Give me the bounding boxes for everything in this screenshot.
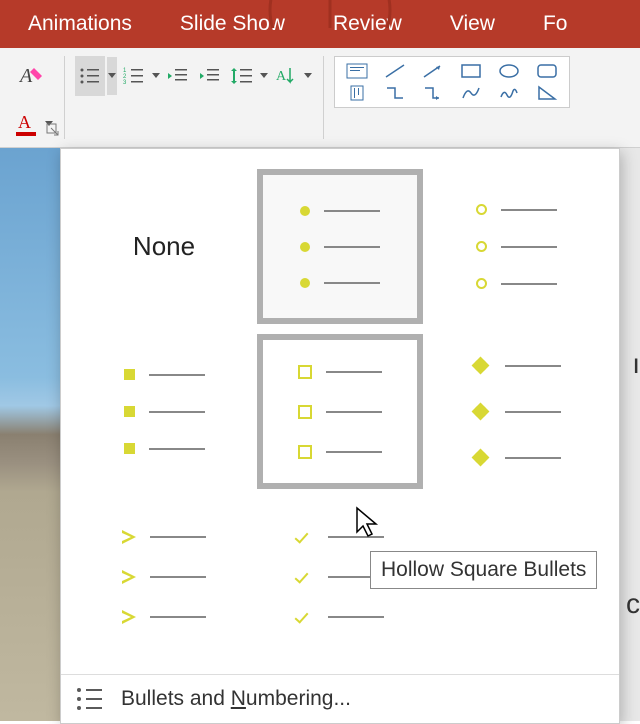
filled-round-icon bbox=[300, 242, 310, 252]
hollow-round-icon bbox=[476, 204, 487, 215]
bullet-option-none[interactable]: None bbox=[81, 169, 247, 324]
bullets-and-numbering-item[interactable]: Bullets and Numbering... bbox=[61, 674, 619, 723]
shape-right-triangle[interactable] bbox=[529, 83, 565, 103]
shape-elbow-arrow[interactable] bbox=[415, 83, 451, 103]
checkmark-icon bbox=[296, 530, 314, 544]
none-label: None bbox=[133, 231, 195, 262]
bullet-option-arrow[interactable] bbox=[81, 499, 247, 654]
bullet-options-grid: None bbox=[61, 149, 619, 674]
hollow-round-icon bbox=[476, 241, 487, 252]
tab-review[interactable]: Review bbox=[313, 0, 422, 48]
clear-formatting-button[interactable]: A bbox=[10, 56, 50, 96]
bullet-option-filled-square[interactable] bbox=[81, 334, 247, 489]
slide-canvas: ı c None bbox=[0, 148, 640, 721]
tab-slide-show[interactable]: Slide Show bbox=[160, 0, 305, 48]
arrow-icon bbox=[122, 570, 136, 584]
hollow-round-icon bbox=[476, 278, 487, 289]
bullet-option-hollow-square[interactable] bbox=[257, 334, 423, 489]
shape-line-arrow[interactable] bbox=[415, 61, 451, 81]
svg-text:3: 3 bbox=[123, 80, 127, 86]
slide-text-partial: ı bbox=[632, 348, 640, 380]
font-color-button[interactable]: A bbox=[10, 104, 42, 144]
text-direction-caret[interactable] bbox=[303, 57, 313, 95]
text-direction-button[interactable]: A bbox=[271, 56, 301, 96]
filled-square-icon bbox=[124, 443, 135, 454]
checkmark-icon bbox=[296, 570, 314, 584]
decrease-indent-button[interactable] bbox=[163, 56, 193, 96]
svg-text:A: A bbox=[18, 65, 33, 87]
four-diamond-icon bbox=[471, 402, 491, 422]
footer-label: Bullets and Numbering... bbox=[121, 687, 351, 711]
ribbon-content: A A 123 bbox=[0, 48, 640, 148]
paragraph-group: 123 A bbox=[65, 56, 324, 139]
bullet-option-filled-round[interactable] bbox=[257, 169, 423, 324]
line-spacing-button[interactable] bbox=[227, 56, 257, 96]
shape-rectangle[interactable] bbox=[453, 61, 489, 81]
bullets-dropdown-menu: None bbox=[60, 148, 620, 724]
bullets-button[interactable] bbox=[75, 56, 105, 96]
shapes-gallery[interactable] bbox=[334, 56, 570, 108]
shape-freeform[interactable] bbox=[453, 83, 489, 103]
numbering-button[interactable]: 123 bbox=[119, 56, 149, 96]
tab-view[interactable]: View bbox=[430, 0, 515, 48]
slide-background-image bbox=[0, 148, 60, 721]
bullet-option-four-diamond[interactable] bbox=[433, 334, 599, 489]
drawing-group bbox=[324, 56, 580, 139]
filled-round-icon bbox=[300, 206, 310, 216]
slide-text-partial-2: c bbox=[626, 588, 640, 620]
shape-textbox-vert[interactable] bbox=[339, 83, 375, 103]
shape-elbow[interactable] bbox=[377, 83, 413, 103]
bullet-option-hollow-round[interactable] bbox=[433, 169, 599, 324]
tab-animations[interactable]: Animations bbox=[8, 0, 152, 48]
four-diamond-icon bbox=[471, 448, 491, 468]
filled-square-icon bbox=[124, 406, 135, 417]
font-dialog-launcher[interactable] bbox=[46, 123, 62, 139]
bullets-dropdown-caret[interactable] bbox=[107, 57, 117, 95]
svg-text:A: A bbox=[18, 112, 31, 132]
hollow-square-icon bbox=[298, 445, 312, 459]
shape-scribble[interactable] bbox=[491, 83, 527, 103]
shape-textbox[interactable] bbox=[339, 61, 375, 81]
ribbon-tabs: Animations Slide Show Review View Fo bbox=[0, 0, 640, 48]
shape-line[interactable] bbox=[377, 61, 413, 81]
tab-format-partial[interactable]: Fo bbox=[523, 0, 588, 48]
list-icon bbox=[77, 688, 103, 710]
filled-square-icon bbox=[124, 369, 135, 380]
font-group: A A bbox=[0, 56, 65, 139]
line-spacing-caret[interactable] bbox=[259, 57, 269, 95]
svg-text:A: A bbox=[276, 69, 287, 84]
shape-oval[interactable] bbox=[491, 61, 527, 81]
filled-round-icon bbox=[300, 278, 310, 288]
shape-rounded-rect[interactable] bbox=[529, 61, 565, 81]
hollow-square-icon bbox=[298, 405, 312, 419]
arrow-icon bbox=[122, 530, 136, 544]
tooltip: Hollow Square Bullets bbox=[370, 551, 597, 589]
checkmark-icon bbox=[296, 610, 314, 624]
arrow-icon bbox=[122, 610, 136, 624]
increase-indent-button[interactable] bbox=[195, 56, 225, 96]
numbering-dropdown-caret[interactable] bbox=[151, 57, 161, 95]
four-diamond-icon bbox=[471, 356, 491, 376]
hollow-square-icon bbox=[298, 365, 312, 379]
